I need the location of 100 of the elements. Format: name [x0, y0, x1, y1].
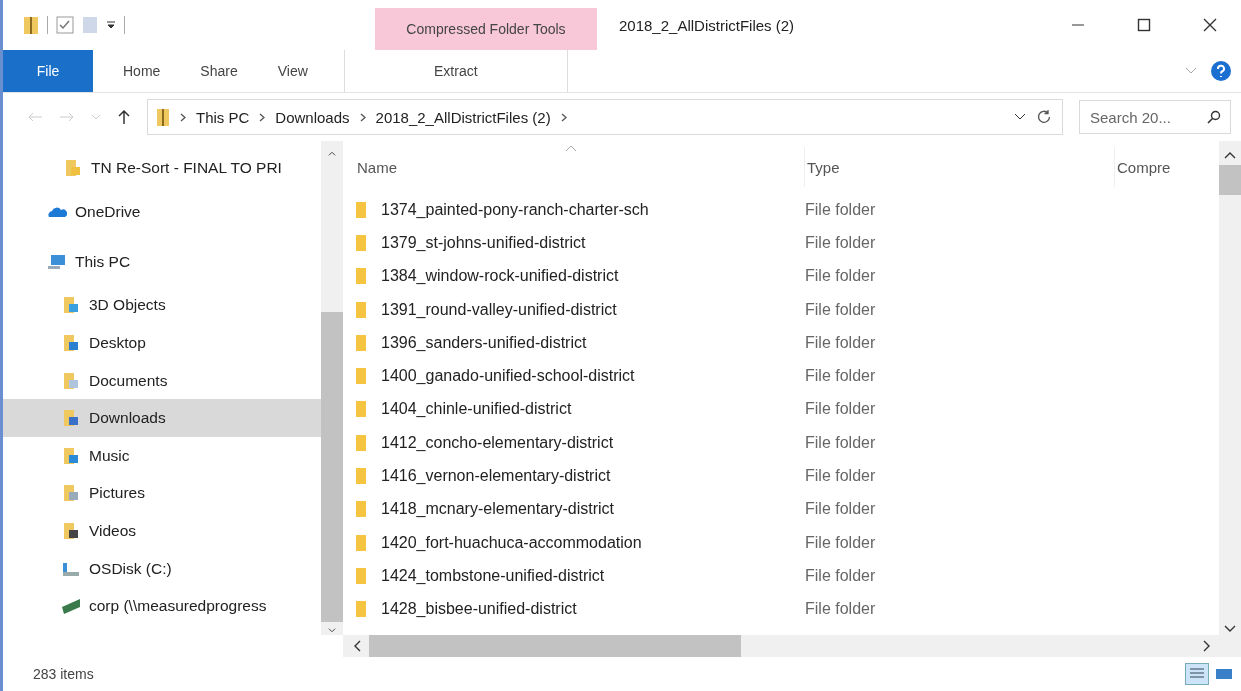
breadcrumb[interactable]: Downloads: [275, 108, 350, 126]
file-type: File folder: [805, 533, 876, 552]
item-count: 283 items: [33, 666, 94, 682]
search-field[interactable]: Search 20...: [1079, 100, 1231, 134]
file-name: 1420_fort-huachuca-accommodation: [381, 533, 642, 552]
folder-icon: [61, 409, 81, 428]
refresh-icon[interactable]: [1036, 109, 1052, 125]
folder-icon: [63, 158, 83, 177]
column-header[interactable]: Name: [355, 147, 805, 187]
file-type: File folder: [805, 300, 876, 319]
nav-item[interactable]: corp (\\measuredprogress: [3, 587, 321, 625]
file-type: File folder: [805, 467, 876, 485]
folder-icon: [355, 267, 367, 286]
chevron-right-icon[interactable]: [359, 112, 366, 122]
file-row[interactable]: 1418_mcnary-elementary-district File folder: [355, 492, 1219, 526]
column-header[interactable]: Compre: [1115, 147, 1219, 187]
ribbon-tab[interactable]: Extract: [343, 50, 568, 92]
file-row[interactable]: 1400_ganado-unified-school-district File folder: [355, 359, 1219, 393]
file-type: File folder: [805, 333, 876, 352]
nav-item[interactable]: 3D Objects: [3, 286, 321, 325]
up-arrow-icon[interactable]: [117, 109, 131, 125]
scroll-right-icon[interactable]: [1203, 640, 1211, 652]
column-header[interactable]: Type: [805, 147, 1115, 187]
window-title: 2018_2_AllDistrictFiles (2): [619, 16, 795, 34]
file-name: 1418_mcnary-elementary-district: [381, 500, 614, 519]
folder-icon: [61, 484, 81, 503]
file-type: File folder: [805, 367, 876, 386]
properties-icon[interactable]: [56, 16, 74, 34]
nav-item[interactable]: OneDrive: [3, 186, 321, 237]
ribbon-tab[interactable]: Home: [103, 50, 181, 92]
breadcrumb[interactable]: 2018_2_AllDistrictFiles (2): [375, 108, 551, 126]
file-row[interactable]: 1391_round-valley-unified-district File folder: [355, 292, 1219, 327]
search-icon: [1207, 110, 1221, 124]
nav-item[interactable]: Documents: [3, 361, 321, 400]
folder-icon: [355, 367, 367, 386]
dropdown-icon[interactable]: [106, 20, 116, 30]
file-type: File folder: [805, 566, 876, 585]
folder-icon: [355, 566, 367, 585]
computer-icon: [47, 252, 67, 271]
folder-icon: [355, 233, 367, 252]
chevron-right-icon[interactable]: [259, 112, 266, 122]
file-row[interactable]: 1428_bisbee-unified-district File folder: [355, 592, 1219, 626]
zip-folder-icon[interactable]: [23, 15, 39, 35]
folder-icon: [355, 467, 367, 485]
file-row[interactable]: 1416_vernon-elementary-district File folder: [355, 459, 1219, 493]
folder-icon: [355, 500, 367, 519]
file-name: 1416_vernon-elementary-district: [381, 467, 611, 485]
folder-icon: [61, 371, 81, 390]
file-name: 1384_window-rock-unified-district: [381, 267, 619, 286]
file-type: File folder: [805, 267, 876, 286]
file-type: File folder: [805, 400, 876, 419]
file-row[interactable]: 1374_painted-pony-ranch-charter-sch File folder: [355, 193, 1219, 227]
zip-folder-icon: [156, 107, 170, 127]
folder-icon: [355, 333, 367, 352]
file-type: File folder: [805, 600, 876, 619]
nav-item[interactable]: Downloads: [3, 399, 321, 437]
file-name: 1424_tombstone-unified-district: [381, 566, 605, 585]
file-row[interactable]: 1420_fort-huachuca-accommodation File folder: [355, 525, 1219, 560]
file-type: File folder: [805, 233, 876, 252]
file-type: File folder: [805, 500, 876, 519]
file-name: 1391_round-valley-unified-district: [381, 300, 617, 319]
help-icon[interactable]: [1211, 61, 1231, 81]
ribbon-tab[interactable]: View: [257, 50, 328, 92]
nav-item[interactable]: OSDisk (C:): [3, 549, 321, 588]
address-bar[interactable]: This PC Downloads 2018_2_AllDistrictFiles (2): [147, 99, 1063, 135]
ribbon-tab[interactable]: Share: [180, 50, 258, 92]
folder-icon: [61, 521, 81, 540]
file-name: 1400_ganado-unified-school-district: [381, 367, 635, 386]
scroll-left-icon[interactable]: [353, 640, 361, 652]
scroll-up-icon[interactable]: [1224, 151, 1236, 159]
scroll-down-icon[interactable]: [1224, 625, 1236, 633]
file-row[interactable]: 1424_tombstone-unified-district File folder: [355, 559, 1219, 593]
file-row[interactable]: 1404_chinle-unified-district File folder: [355, 392, 1219, 427]
file-name: 1428_bisbee-unified-district: [381, 600, 577, 619]
chevron-down-icon[interactable]: [1014, 113, 1026, 121]
chevron-right-icon[interactable]: [180, 112, 186, 122]
ribbon-tab[interactable]: File: [3, 50, 93, 92]
maximize-icon[interactable]: [1137, 18, 1151, 32]
file-row[interactable]: 1379_st-johns-unified-district File folder: [355, 226, 1219, 260]
nav-item[interactable]: Videos: [3, 512, 321, 550]
nav-item[interactable]: TN Re-Sort - FINAL TO PRI: [3, 149, 321, 187]
file-row[interactable]: 1384_window-rock-unified-district File folder: [355, 259, 1219, 293]
file-row[interactable]: 1412_concho-elementary-district File folder: [355, 426, 1219, 460]
chevron-right-icon[interactable]: [560, 112, 567, 122]
nav-item[interactable]: Music: [3, 436, 321, 475]
folder-icon: [61, 334, 81, 352]
file-row[interactable]: 1396_sanders-unified-district File folder: [355, 326, 1219, 360]
folder-icon: [355, 200, 367, 219]
folder-icon: [355, 600, 367, 619]
folder-icon: [355, 300, 367, 319]
file-name: 1379_st-johns-unified-district: [381, 233, 586, 252]
context-tab-group: Compressed Folder Tools: [375, 8, 597, 50]
file-name: 1374_painted-pony-ranch-charter-sch: [381, 200, 649, 219]
breadcrumb[interactable]: This PC: [196, 108, 250, 126]
close-icon[interactable]: [1203, 18, 1217, 32]
file-type: File folder: [805, 433, 876, 452]
nav-item[interactable]: Pictures: [3, 474, 321, 513]
nav-item[interactable]: Desktop: [3, 324, 321, 362]
file-type: File folder: [805, 200, 876, 219]
nav-item[interactable]: This PC: [3, 236, 321, 287]
